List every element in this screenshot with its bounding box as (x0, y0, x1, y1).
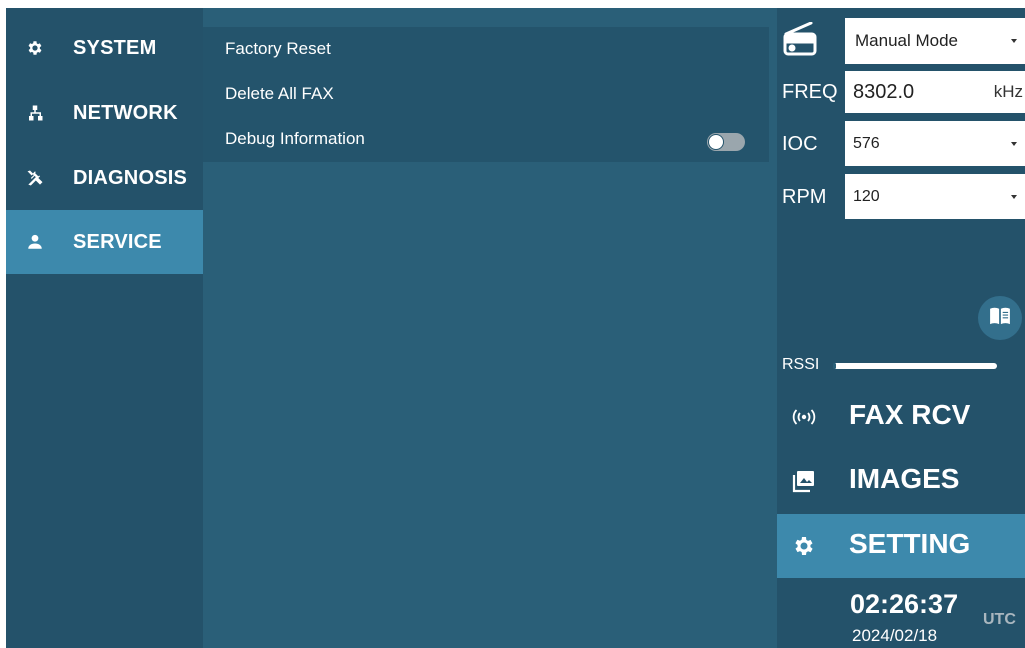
rssi-label: RSSI (782, 356, 820, 373)
rpm-select[interactable]: 120 (845, 174, 1025, 219)
sidebar-item-system[interactable]: SYSTEM (6, 16, 203, 80)
sidebar-item-label: SERVICE (73, 230, 162, 253)
rpm-label: RPM (782, 186, 827, 208)
clock-date: 2024/02/18 (852, 626, 938, 645)
rssi-meter (833, 363, 997, 369)
sidebar-item-label: DIAGNOSIS (73, 166, 188, 189)
person-icon (25, 232, 45, 252)
freq-field[interactable]: 8302.0 kHz (845, 71, 1025, 113)
radio-icon (782, 21, 818, 56)
ioc-label: IOC (782, 133, 818, 155)
manual-button[interactable] (978, 296, 1022, 340)
mode-select[interactable]: Manual Mode (845, 18, 1025, 64)
chevron-down-icon (1011, 194, 1017, 199)
tools-icon (25, 168, 45, 188)
debug-information-toggle[interactable] (707, 133, 745, 151)
freq-unit: kHz (993, 82, 1023, 101)
sidebar-item-label: NETWORK (73, 101, 178, 124)
factory-reset-item[interactable]: Factory Reset (225, 39, 331, 59)
service-panel: Factory Reset Delete All FAX Debug Infor… (203, 8, 777, 648)
nav-label: FAX RCV (849, 399, 971, 430)
nav-label: IMAGES (849, 463, 960, 494)
freq-label: FREQ (782, 81, 838, 103)
settings-sidebar: SYSTEM NETWORK DIAGNOSIS SERVICE (6, 8, 203, 648)
toggle-knob (708, 134, 724, 150)
debug-information-label: Debug Information (225, 129, 365, 148)
service-options-list: Factory Reset Delete All FAX Debug Infor… (203, 27, 769, 162)
nav-setting[interactable]: SETTING (777, 514, 1025, 578)
broadcast-icon (791, 404, 817, 430)
freq-value: 8302.0 (853, 80, 915, 103)
nav-label: SETTING (849, 528, 971, 559)
delete-all-fax-item[interactable]: Delete All FAX (225, 84, 334, 104)
mode-select-value: Manual Mode (855, 31, 959, 50)
rssi-meter-fill (833, 363, 837, 369)
gear-icon (791, 533, 817, 559)
images-icon (791, 468, 817, 494)
chevron-down-icon (1011, 39, 1017, 43)
clock-timezone: UTC (983, 611, 1016, 628)
network-icon (25, 103, 45, 123)
sidebar-item-network[interactable]: NETWORK (6, 81, 203, 145)
app-window: SYSTEM NETWORK DIAGNOSIS SERVICE Factory… (6, 8, 1025, 648)
nav-fax-rcv[interactable]: FAX RCV (777, 385, 1025, 449)
chevron-down-icon (1011, 141, 1017, 146)
book-icon (989, 307, 1011, 330)
ioc-value: 576 (853, 134, 880, 152)
rpm-value: 120 (853, 187, 880, 205)
nav-images[interactable]: IMAGES (777, 449, 1025, 513)
sidebar-item-label: SYSTEM (73, 36, 157, 59)
clock-time: 02:26:37 (850, 589, 959, 619)
sidebar-item-service[interactable]: SERVICE (6, 210, 203, 274)
sidebar-item-diagnosis[interactable]: DIAGNOSIS (6, 146, 203, 210)
ioc-select[interactable]: 576 (845, 121, 1025, 166)
gear-icon (25, 38, 45, 58)
receiver-panel: Manual Mode FREQ 8302.0 kHz IOC 576 RPM … (777, 8, 1025, 648)
